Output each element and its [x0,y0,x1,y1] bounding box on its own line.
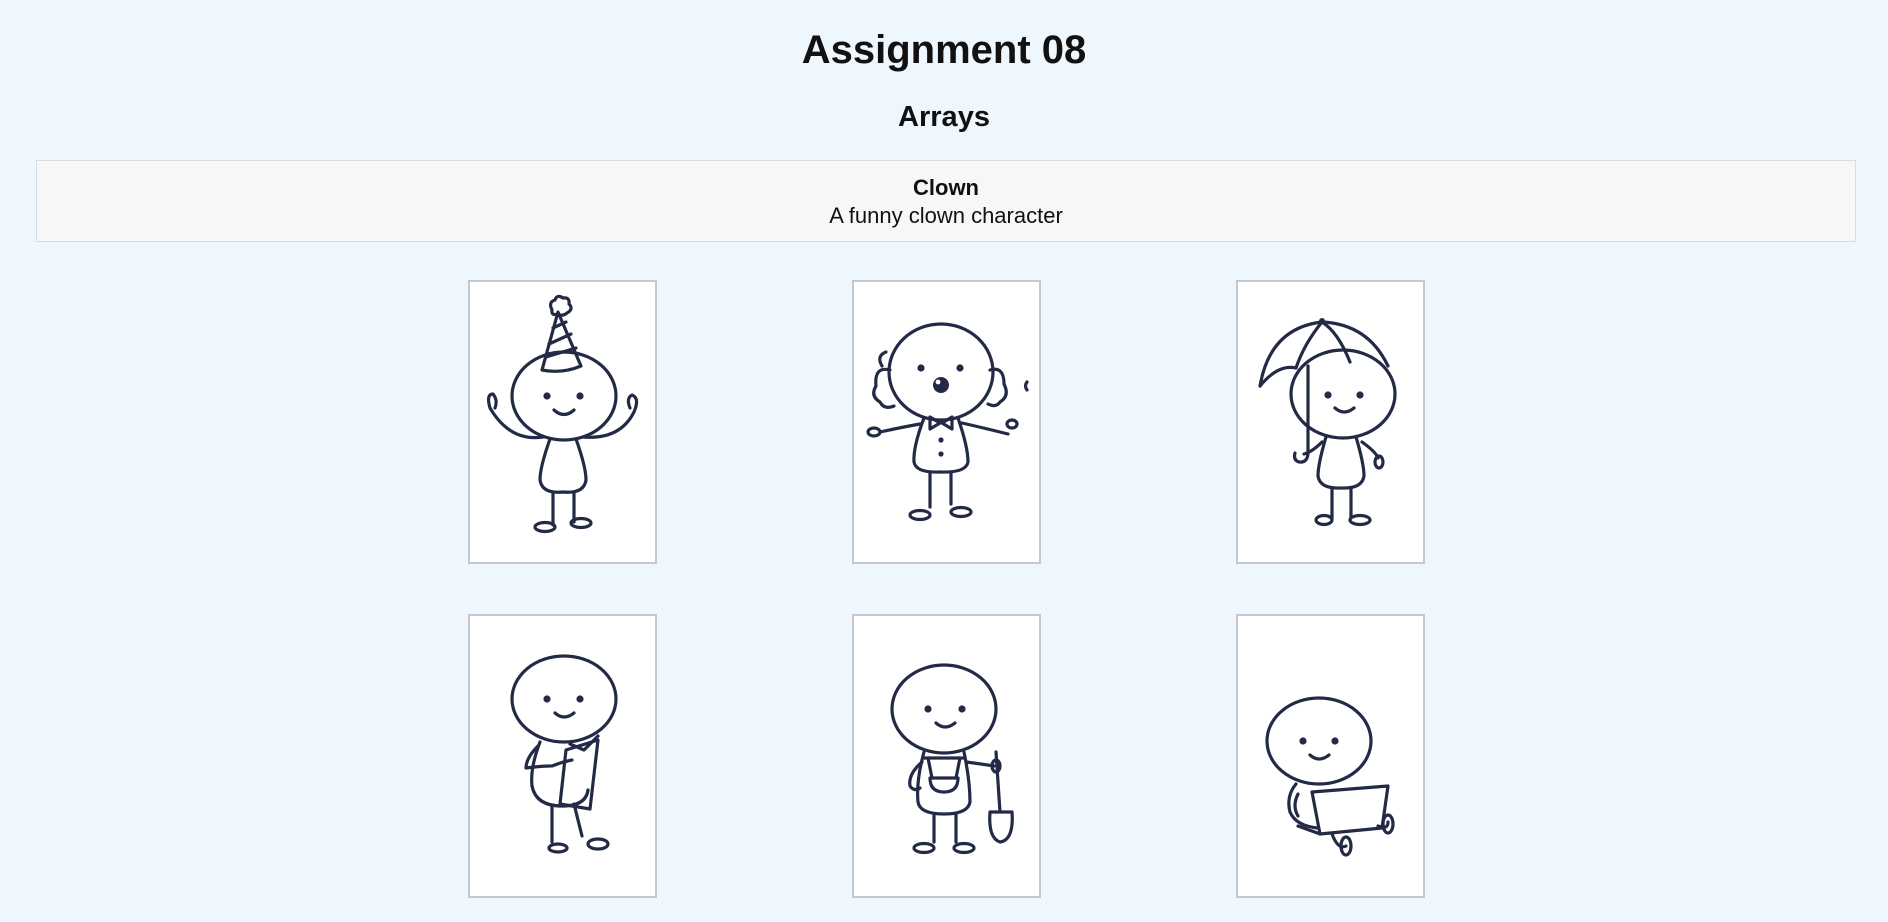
character-card-laptop[interactable] [1236,614,1425,898]
character-card-reading[interactable] [468,614,657,898]
umbrella-character-icon [1258,318,1397,527]
clown-character-icon [866,322,1029,522]
page-title: Assignment 08 [801,28,1087,72]
character-card-clown[interactable] [852,280,1041,564]
page-subtitle: Arrays [898,101,990,133]
character-card-party-hat[interactable] [468,280,657,564]
character-card-gardener[interactable] [852,614,1041,898]
party-hat-character-icon [486,294,639,534]
character-card-umbrella[interactable] [1236,280,1425,564]
character-name: Clown [913,175,979,200]
character-info-panel: Clown A funny clown character [36,160,1856,242]
reading-character-icon [510,654,618,854]
character-description: A funny clown character [829,203,1063,228]
gardener-character-icon [890,663,1014,855]
page: Assignment 08 Arrays Clown A funny clown… [0,0,1888,922]
laptop-character-icon [1265,696,1395,857]
